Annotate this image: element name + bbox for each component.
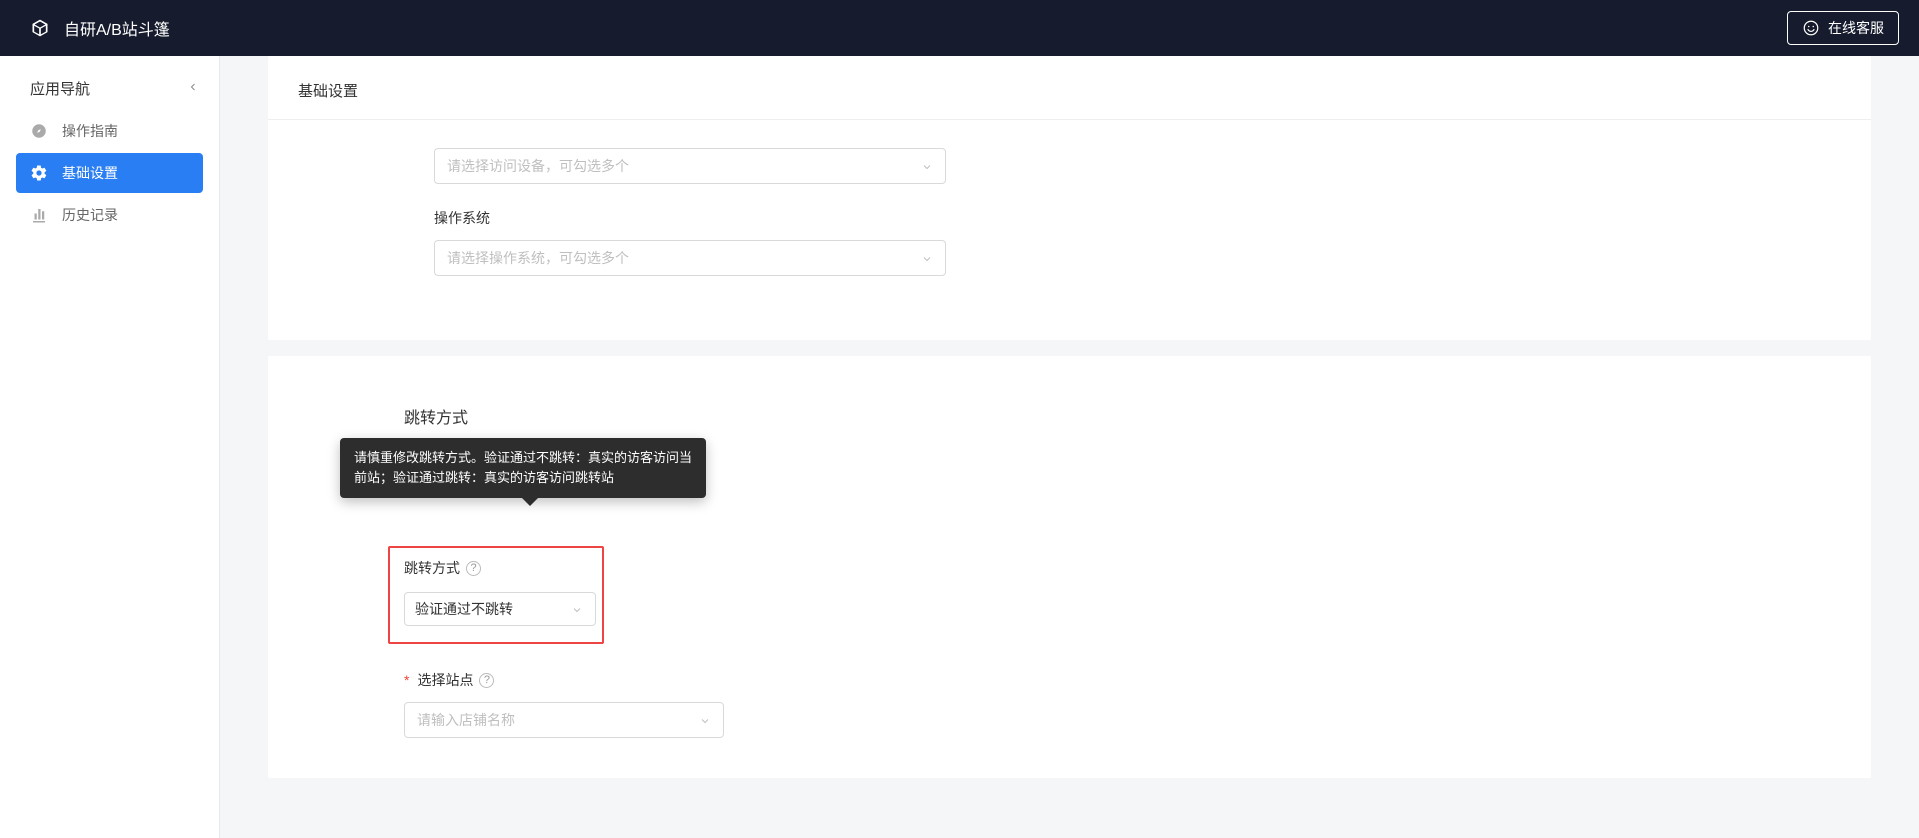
layout: 应用导航 操作指南 基础设置 历史记录 [0, 56, 1919, 838]
os-select[interactable]: 请选择操作系统，可勾选多个 [434, 240, 946, 276]
support-button-label: 在线客服 [1828, 18, 1884, 38]
help-icon[interactable]: ? [466, 561, 481, 576]
jump-method-tooltip: 请慎重修改跳转方式。验证通过不跳转：真实的访客访问当前站；验证通过跳转：真实的访… [340, 438, 706, 498]
chevron-down-icon [571, 603, 583, 615]
select-site-placeholder: 请输入店铺名称 [417, 710, 515, 730]
sidebar-title: 应用导航 [30, 78, 90, 99]
select-site-row: * 选择站点 ? 请输入店铺名称 [268, 670, 1871, 738]
jump-method-label: 跳转方式 [404, 558, 460, 578]
device-select-placeholder: 请选择访问设备，可勾选多个 [447, 156, 629, 176]
page-title: 基础设置 [268, 56, 1871, 120]
jump-method-value: 验证通过不跳转 [415, 599, 513, 619]
cube-icon [30, 18, 50, 38]
chevron-down-icon [921, 160, 933, 172]
basic-settings-card: 基础设置 请选择访问设备，可勾选多个 操作系统 请 [268, 56, 1871, 340]
top-header-left: 自研A/B站斗篷 [30, 16, 170, 40]
sidebar-item-guide[interactable]: 操作指南 [16, 111, 203, 151]
sidebar-item-label: 操作指南 [62, 121, 118, 141]
chevron-down-icon [699, 714, 711, 726]
sidebar: 应用导航 操作指南 基础设置 历史记录 [0, 56, 220, 838]
jump-method-label-row: 跳转方式 ? [404, 558, 588, 578]
help-icon[interactable]: ? [479, 673, 494, 688]
tooltip-text: 请慎重修改跳转方式。验证通过不跳转：真实的访客访问当前站；验证通过跳转：真实的访… [354, 450, 692, 485]
select-site-label: 选择站点 [417, 670, 473, 690]
sidebar-item-label: 历史记录 [62, 205, 118, 225]
device-select[interactable]: 请选择访问设备，可勾选多个 [434, 148, 946, 184]
os-select-placeholder: 请选择操作系统，可勾选多个 [447, 248, 629, 268]
os-label: 操作系统 [434, 208, 1668, 228]
sidebar-item-basic-settings[interactable]: 基础设置 [16, 153, 203, 193]
jump-method-select[interactable]: 验证通过不跳转 [404, 592, 596, 626]
chevron-down-icon [921, 252, 933, 264]
select-site-label-row: * 选择站点 ? [404, 670, 1871, 690]
headset-icon [1802, 19, 1820, 37]
device-select-row: 请选择访问设备，可勾选多个 [434, 148, 1668, 184]
sidebar-collapse-toggle[interactable] [187, 81, 199, 96]
bar-chart-icon [30, 206, 48, 224]
online-support-button[interactable]: 在线客服 [1787, 11, 1899, 45]
sidebar-header: 应用导航 [0, 66, 219, 111]
sidebar-item-history[interactable]: 历史记录 [16, 195, 203, 235]
top-header: 自研A/B站斗篷 在线客服 [0, 0, 1919, 56]
required-indicator: * [404, 672, 409, 688]
sidebar-menu: 操作指南 基础设置 历史记录 [0, 111, 219, 235]
sidebar-item-label: 基础设置 [62, 163, 118, 183]
os-row: 操作系统 请选择操作系统，可勾选多个 [434, 208, 1668, 276]
app-title: 自研A/B站斗篷 [64, 16, 170, 40]
jump-method-highlight: 跳转方式 ? 验证通过不跳转 [388, 546, 604, 644]
select-site-input[interactable]: 请输入店铺名称 [404, 702, 724, 738]
gear-icon [30, 164, 48, 182]
jump-method-card: 跳转方式 域名转换 跳转方式 ? 验证通过不跳转 * [268, 356, 1871, 778]
compass-icon [30, 122, 48, 140]
